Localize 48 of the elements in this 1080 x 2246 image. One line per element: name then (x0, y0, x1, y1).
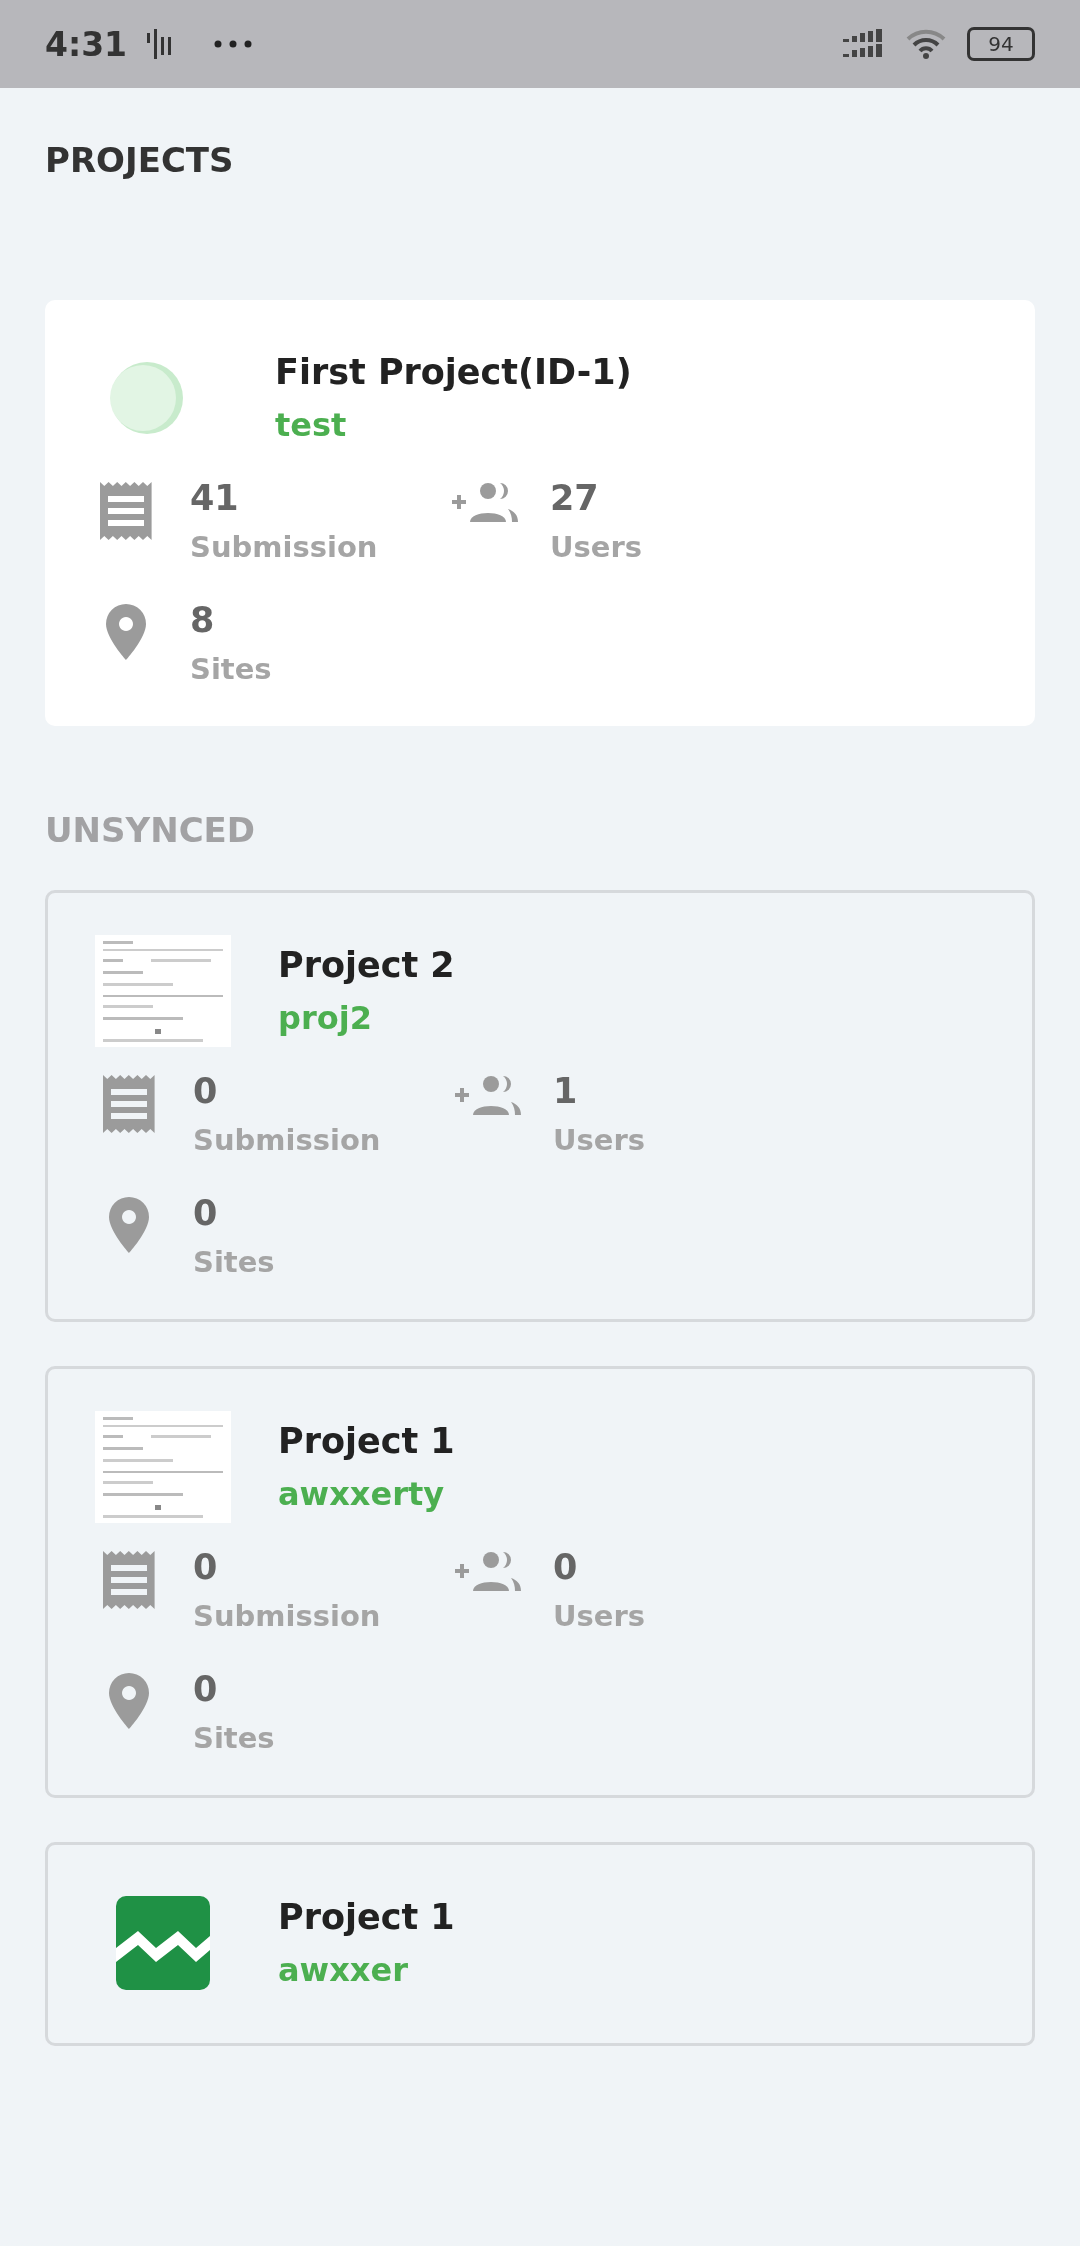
stat-label: Sites (190, 652, 272, 686)
cell-signal-icon (843, 29, 885, 59)
receipt-icon (103, 1551, 155, 1609)
project-code: test (275, 406, 348, 444)
chart-logo-icon (116, 1896, 210, 1990)
receipt-icon (103, 1075, 155, 1133)
stat-label: Users (553, 1599, 646, 1633)
battery-indicator: 94 (967, 27, 1035, 61)
location-pin-icon (109, 1673, 149, 1729)
stat-value: 0 (193, 1547, 219, 1587)
stat-label: Submission (193, 1599, 381, 1633)
location-pin-icon (109, 1197, 149, 1253)
stat-label: Users (553, 1123, 646, 1157)
project-card[interactable]: Project 2 proj2 0 Submission 1 Users 0 Sites (45, 890, 1035, 1322)
location-pin-icon (106, 604, 146, 660)
stat-value: 0 (553, 1547, 579, 1587)
project-title: Project 2 (278, 945, 455, 985)
stat-value: 0 (193, 1071, 219, 1111)
stat-label: Submission (193, 1123, 381, 1157)
stat-label: Submission (190, 530, 378, 564)
project-code: proj2 (278, 999, 373, 1037)
status-time: 4:31 (45, 24, 128, 64)
stat-value: 0 (193, 1193, 219, 1233)
project-code: awxxer (278, 1951, 409, 1989)
stat-value: 8 (190, 600, 216, 640)
stat-label: Sites (193, 1245, 275, 1279)
receipt-icon (100, 482, 152, 540)
wifi-icon (905, 28, 947, 60)
section-heading: UNSYNCED (45, 810, 257, 850)
stat-value: 0 (193, 1669, 219, 1709)
project-title: First Project(ID-1) (275, 352, 632, 392)
add-users-icon (455, 1551, 523, 1591)
page-heading: PROJECTS (45, 140, 235, 180)
project-card[interactable]: Project 1 awxxer (45, 1842, 1035, 2046)
add-users-icon (455, 1075, 523, 1115)
stat-label: Users (550, 530, 643, 564)
project-title: Project 1 (278, 1421, 455, 1461)
stat-value: 1 (553, 1071, 579, 1111)
project-code: awxxerty (278, 1475, 446, 1513)
add-users-icon (452, 482, 520, 522)
project-title: Project 1 (278, 1897, 455, 1937)
project-card[interactable]: First Project(ID-1) test 41 Submission 27 Users 8 Sites (45, 300, 1035, 726)
signal-bars-icon (147, 29, 174, 59)
stat-value: 41 (190, 478, 240, 518)
project-card[interactable]: Project 1 awxxerty 0 Submission 0 Users 0 Sites (45, 1366, 1035, 1798)
more-dots-icon (213, 39, 254, 49)
stat-label: Sites (193, 1721, 275, 1755)
stat-value: 27 (550, 478, 600, 518)
